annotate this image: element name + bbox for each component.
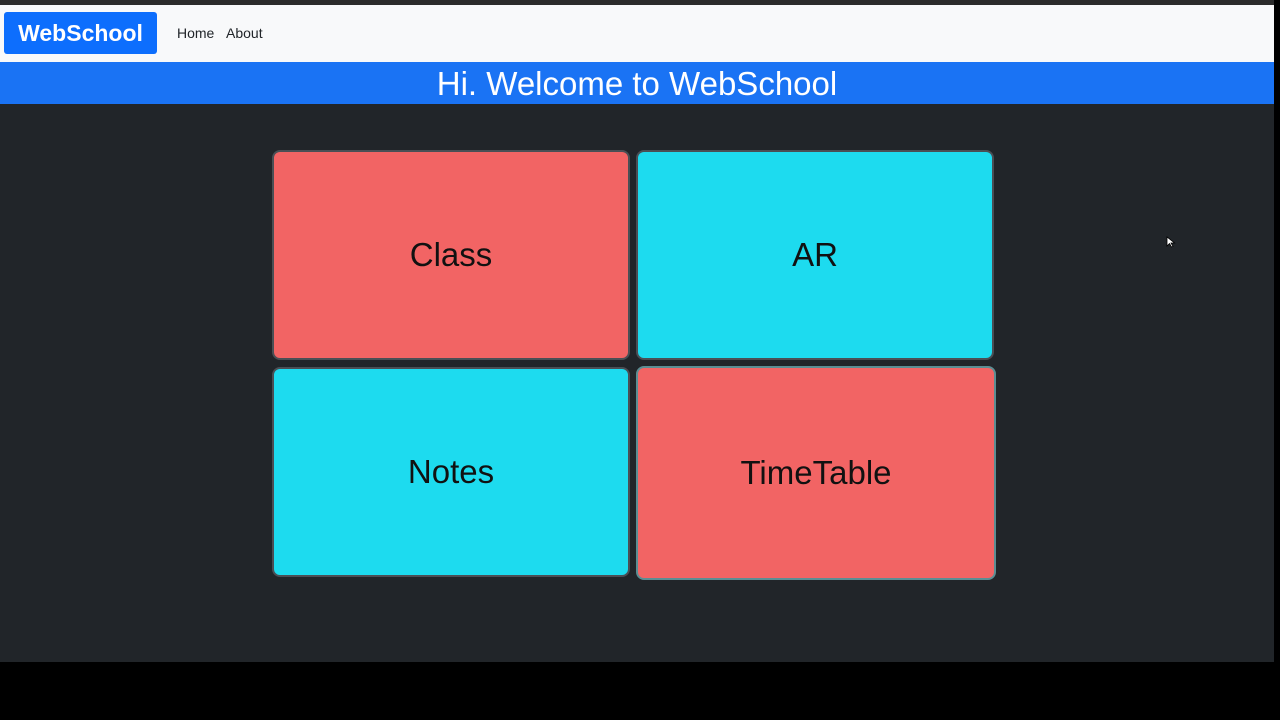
tile-class[interactable]: Class [272, 150, 630, 360]
tile-timetable[interactable]: TimeTable [636, 366, 996, 580]
nav-link-about[interactable]: About [226, 25, 263, 41]
tile-notes-label: Notes [407, 453, 495, 490]
app-window: WebSchool Home About Hi. Welcome to WebS… [0, 0, 1274, 662]
tile-class-label: Class [409, 236, 493, 273]
tile-timetable-label: TimeTable [740, 454, 892, 491]
welcome-banner: Hi. Welcome to WebSchool [0, 62, 1274, 104]
welcome-title: Hi. Welcome to WebSchool [436, 65, 838, 102]
tile-notes[interactable]: Notes [272, 367, 630, 577]
tile-ar[interactable]: AR [636, 150, 994, 360]
navbar: WebSchool Home About [0, 5, 1274, 62]
tile-ar-label: AR [792, 236, 838, 273]
nav-link-home[interactable]: Home [177, 25, 214, 41]
brand-button[interactable]: WebSchool [4, 12, 157, 54]
mouse-pointer-icon [1166, 236, 1176, 248]
